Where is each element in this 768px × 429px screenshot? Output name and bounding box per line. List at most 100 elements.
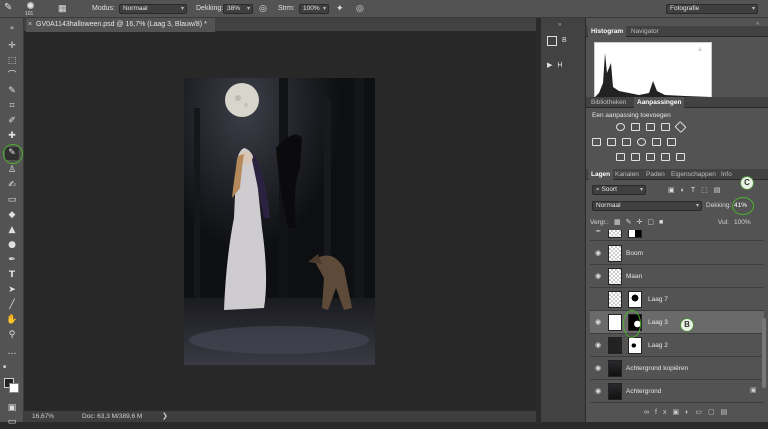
line-tool-icon[interactable]: ╱ xyxy=(5,299,19,312)
stamp-tool-icon[interactable]: ♙ xyxy=(5,164,19,177)
color-lookup-icon[interactable] xyxy=(667,138,676,146)
color-balance-icon[interactable] xyxy=(607,138,616,146)
quick-mask-icon[interactable]: ▣ xyxy=(5,402,19,415)
hand-tool-icon[interactable]: ✋ xyxy=(5,314,19,327)
layer-row[interactable]: ◉ Achtergrond ▣ xyxy=(590,380,764,403)
layers-scrollbar[interactable] xyxy=(762,318,766,388)
move-tool-icon[interactable]: ✛ xyxy=(5,40,19,53)
layer-row[interactable]: ◉ Maan xyxy=(590,265,764,288)
pen-tool-icon[interactable]: ✒ xyxy=(5,254,19,267)
flow-field[interactable]: 100% xyxy=(299,4,329,14)
eraser-tool-icon[interactable]: ▭ xyxy=(5,194,19,207)
airbrush-icon[interactable]: ✦ xyxy=(336,3,344,13)
dodge-tool-icon[interactable]: ● xyxy=(5,239,19,252)
new-adjustment-icon[interactable]: ◐ xyxy=(685,409,695,416)
layer-mask-thumbnail[interactable] xyxy=(628,230,642,238)
visibility-eye-icon[interactable]: ◉ xyxy=(593,230,603,234)
visibility-eye-icon[interactable]: ◉ xyxy=(593,271,603,281)
workspace-select[interactable]: Fotografie xyxy=(666,4,758,14)
layer-row[interactable]: ◉ Laag 2 xyxy=(590,334,764,357)
tab-properties[interactable]: Eigenschappen xyxy=(668,169,719,180)
pressure-opacity-icon[interactable]: ◎ xyxy=(259,3,267,13)
tab-layers[interactable]: Lagen xyxy=(588,169,614,180)
gradient-map-icon[interactable] xyxy=(676,153,685,161)
selective-color-icon[interactable] xyxy=(661,153,670,161)
layer-mask-thumbnail[interactable] xyxy=(628,337,642,354)
tab-info[interactable]: Info xyxy=(718,169,735,180)
actions-panel-button[interactable]: ▶ H xyxy=(547,58,583,74)
healing-tool-icon[interactable]: ✚ xyxy=(5,130,19,143)
layer-row[interactable]: ◉ xyxy=(590,230,764,241)
trash-icon[interactable]: ▤ xyxy=(721,409,734,416)
tab-paths[interactable]: Paden xyxy=(643,169,668,180)
screen-mode-icon[interactable]: ▭ xyxy=(5,416,19,429)
invert-icon[interactable] xyxy=(616,153,625,161)
link-layers-icon[interactable]: ∞ xyxy=(644,409,655,416)
visibility-eye-icon[interactable]: ◉ xyxy=(593,386,603,396)
levels-icon[interactable] xyxy=(631,123,640,131)
visibility-eye-icon[interactable]: ◉ xyxy=(593,317,603,327)
tab-libraries[interactable]: Bibliotheken xyxy=(588,97,629,108)
fx-icon[interactable]: fx xyxy=(655,409,672,416)
blend-mode-select[interactable]: Normaal xyxy=(592,201,702,211)
curves-icon[interactable] xyxy=(646,123,655,131)
zoom-tool-icon[interactable]: ⚲ xyxy=(5,329,19,342)
visibility-eye-icon[interactable]: ◉ xyxy=(593,340,603,350)
warning-icon[interactable]: ▲ xyxy=(696,44,704,53)
new-layer-icon[interactable]: ▢ xyxy=(708,409,721,416)
type-tool-icon[interactable]: T xyxy=(5,269,19,282)
tab-navigator[interactable]: Navigator xyxy=(628,26,662,37)
threshold-icon[interactable] xyxy=(646,153,655,161)
quick-select-tool-icon[interactable]: ✎ xyxy=(5,85,19,98)
photo-filter-icon[interactable] xyxy=(637,138,646,146)
history-panel-button[interactable]: B xyxy=(547,33,583,49)
lock-paint-icon[interactable]: ✎ xyxy=(626,219,637,226)
channel-mixer-icon[interactable] xyxy=(652,138,661,146)
lock-all-icon[interactable]: ■ xyxy=(659,219,668,226)
layer-filter-icons[interactable]: ▣◐T⬚▤ xyxy=(668,186,726,194)
history-brush-tool-icon[interactable]: ✍ xyxy=(5,179,19,192)
layer-row[interactable]: ◉ Boom xyxy=(590,242,764,265)
shape-filter-icon[interactable]: ⬚ xyxy=(701,187,714,194)
status-menu-icon[interactable]: ❯ xyxy=(162,412,168,420)
add-mask-icon[interactable]: ▣ xyxy=(672,409,685,416)
visibility-empty-icon[interactable]: ◉ xyxy=(593,294,603,304)
pixel-filter-icon[interactable]: ▣ xyxy=(668,187,681,194)
visibility-eye-icon[interactable]: ◉ xyxy=(593,248,603,258)
layer-mask-thumbnail[interactable] xyxy=(628,291,642,308)
type-filter-icon[interactable]: T xyxy=(691,187,701,194)
brush-tool-icon[interactable]: ✎ xyxy=(4,3,12,13)
background-color-swatch[interactable] xyxy=(9,383,19,393)
crop-tool-icon[interactable]: ⌗ xyxy=(5,100,19,113)
fill-field[interactable]: 100% xyxy=(734,219,751,226)
adjustment-filter-icon[interactable]: ◐ xyxy=(681,187,691,194)
path-select-tool-icon[interactable]: ➤ xyxy=(5,284,19,297)
black-white-icon[interactable] xyxy=(622,138,631,146)
layer-row-selected[interactable]: ◉ Laag 3 xyxy=(590,311,764,334)
tab-adjustments[interactable]: Aanpassingen xyxy=(634,97,685,108)
tab-histogram[interactable]: Histogram xyxy=(588,26,627,37)
mode-select[interactable]: Normaal xyxy=(119,4,187,14)
lock-artboard-icon[interactable]: ▢ xyxy=(647,219,659,226)
pressure-size-icon[interactable]: ◎ xyxy=(356,3,364,13)
brush-preset-picker[interactable]: 101 xyxy=(24,1,38,17)
tab-channels[interactable]: Kanalen xyxy=(612,169,642,180)
lasso-tool-icon[interactable]: ⌒ xyxy=(5,70,19,83)
posterize-icon[interactable] xyxy=(631,153,640,161)
vibrance-icon[interactable] xyxy=(674,120,687,134)
opacity-field[interactable]: 38% xyxy=(223,4,253,14)
layer-filter-select[interactable]: ⌕ Soort xyxy=(592,185,646,195)
close-icon[interactable]: × xyxy=(28,18,32,32)
blur-tool-icon[interactable]: ▲ xyxy=(5,224,19,237)
document-canvas[interactable] xyxy=(184,78,375,365)
brush-panel-icon[interactable]: ▦ xyxy=(58,3,67,13)
more-tools-icon[interactable]: … xyxy=(5,346,19,359)
marquee-tool-icon[interactable]: ⬚ xyxy=(5,55,19,68)
layer-row[interactable]: ◉ Achtergrond kopiëren xyxy=(590,357,764,380)
visibility-eye-icon[interactable]: ◉ xyxy=(593,363,603,373)
document-tab[interactable]: × GV0A1143halloween.psd @ 16,7% (Laag 3,… xyxy=(26,18,215,32)
smart-filter-icon[interactable]: ▤ xyxy=(714,187,727,194)
eyedropper-tool-icon[interactable]: ✐ xyxy=(5,115,19,128)
lock-position-icon[interactable]: ✛ xyxy=(637,219,648,226)
collapse-panels-icon[interactable]: » xyxy=(558,22,561,28)
